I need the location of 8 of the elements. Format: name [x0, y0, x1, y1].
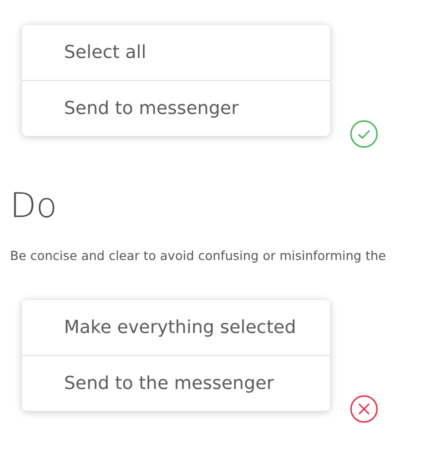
- menu-item[interactable]: Make everything selected: [22, 300, 330, 355]
- menu-item[interactable]: Send to the messenger: [22, 355, 330, 411]
- cross-circle-icon: [350, 395, 378, 423]
- description: Be concise and clear to avoid confusing or misinforming the: [10, 248, 387, 263]
- check-circle-icon: [350, 120, 378, 148]
- menu-item[interactable]: Select all: [22, 25, 330, 80]
- menu-item[interactable]: Send to messenger: [22, 80, 330, 136]
- heading: Do: [10, 186, 58, 226]
